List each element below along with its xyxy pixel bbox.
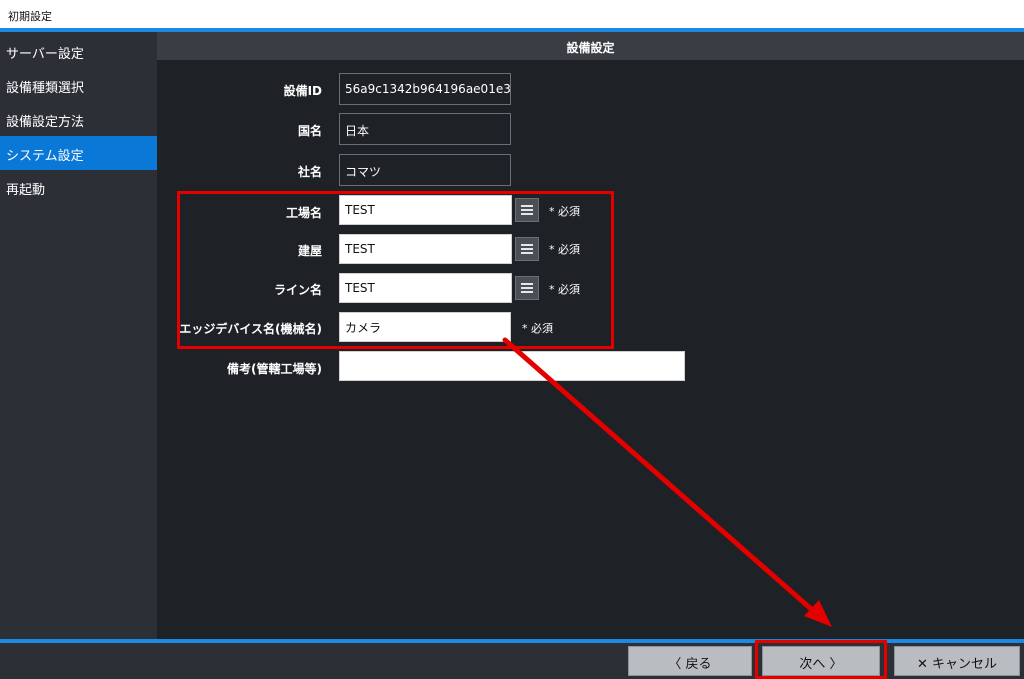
sidebar: サーバー設定 設備種類選択 設備設定方法 システム設定 再起動	[0, 32, 157, 639]
sidebar-item-system-settings[interactable]: システム設定	[0, 136, 157, 170]
equipment-id-label: 設備ID	[283, 84, 322, 98]
sidebar-item-restart[interactable]: 再起動	[0, 170, 157, 204]
page-title: 設備設定	[157, 32, 1024, 60]
country-label: 国名	[297, 124, 322, 138]
remarks-input[interactable]	[339, 351, 685, 381]
company-field: コマツ	[339, 154, 511, 186]
country-field: 日本	[339, 113, 511, 145]
sidebar-item-server-settings[interactable]: サーバー設定	[0, 34, 157, 68]
equipment-id-field: 56a9c1342b964196ae01e391	[339, 73, 511, 105]
remarks-label: 備考(管轄工場等)	[227, 362, 322, 376]
window-title: 初期設定	[0, 0, 1024, 30]
back-button[interactable]: 〈 戻る	[628, 646, 752, 676]
sidebar-item-equipment-method[interactable]: 設備設定方法	[0, 102, 157, 136]
company-label: 社名	[297, 165, 322, 179]
cancel-button[interactable]: ✕ キャンセル	[894, 646, 1020, 676]
sidebar-item-equipment-type[interactable]: 設備種類選択	[0, 68, 157, 102]
required-fields-highlight	[177, 191, 614, 349]
next-button-highlight	[755, 640, 887, 679]
